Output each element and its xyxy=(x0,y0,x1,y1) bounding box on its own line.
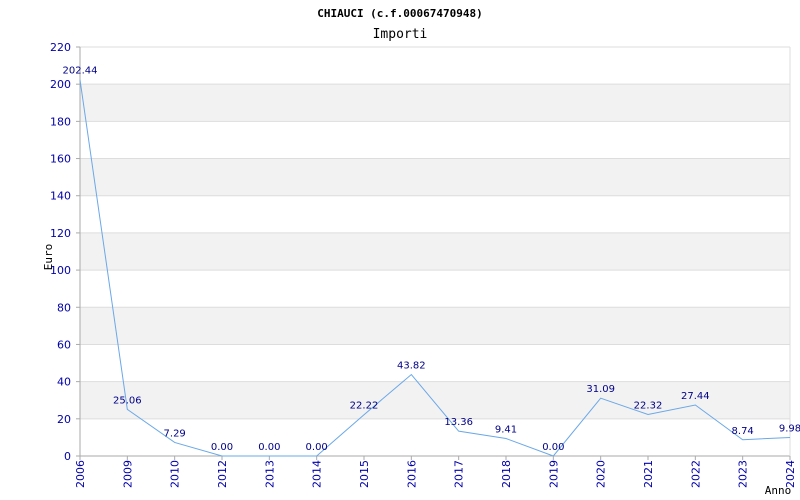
data-label: 7.29 xyxy=(164,428,186,439)
line-chart: CHIAUCI (c.f.00067470948) Importi 0 20 40 6… xyxy=(42,7,800,497)
y-tick-label: 120 xyxy=(50,227,71,240)
x-tick-label: 2012 xyxy=(216,460,229,488)
plot-band xyxy=(80,84,790,122)
data-label: 0.00 xyxy=(306,442,328,453)
chart-title: CHIAUCI (c.f.00067470948) xyxy=(317,7,483,20)
data-label: 9.41 xyxy=(495,425,517,436)
data-label: 22.32 xyxy=(634,401,663,412)
data-label: 8.74 xyxy=(732,426,754,437)
data-label: 22.22 xyxy=(350,401,379,412)
x-tick-label: 2015 xyxy=(358,460,371,488)
x-tick-label: 2018 xyxy=(500,460,513,488)
data-label: 13.36 xyxy=(444,417,473,428)
data-label: 25.06 xyxy=(113,395,142,406)
y-tick-label: 160 xyxy=(50,153,71,166)
y-tick-label: 80 xyxy=(57,301,71,314)
x-tick-label: 2014 xyxy=(311,460,324,488)
y-axis-label: Euro xyxy=(42,244,55,271)
x-tick-label: 2006 xyxy=(74,460,87,488)
plot-band xyxy=(80,307,790,345)
x-tick-label: 2021 xyxy=(642,460,655,488)
y-tick-label: 140 xyxy=(50,190,71,203)
x-tick-label: 2022 xyxy=(689,460,702,488)
plot-band xyxy=(80,344,790,382)
plot-band xyxy=(80,195,790,233)
x-tick-label: 2020 xyxy=(595,460,608,488)
plot-band xyxy=(80,121,790,159)
y-tick-label: 180 xyxy=(50,115,71,128)
x-tick-label: 2017 xyxy=(453,460,466,488)
data-label: 31.09 xyxy=(586,384,615,395)
plot-band xyxy=(80,418,790,456)
x-tick-label: 2010 xyxy=(169,460,182,488)
x-axis-label: Anno xyxy=(765,484,792,497)
y-tick-label: 0 xyxy=(64,450,71,463)
x-tick-label: 2009 xyxy=(121,460,134,488)
data-label: 0.00 xyxy=(258,442,280,453)
y-tick-label: 220 xyxy=(50,41,71,54)
chart-subtitle: Importi xyxy=(373,27,428,42)
plot-band xyxy=(80,47,790,85)
data-label: 0.00 xyxy=(542,442,564,453)
data-label: 202.44 xyxy=(63,66,98,77)
y-tick-label: 20 xyxy=(57,413,71,426)
y-tick-label: 40 xyxy=(57,376,71,389)
x-tick-label: 2019 xyxy=(547,460,560,488)
x-tick-label: 2013 xyxy=(263,460,276,488)
y-tick-label: 60 xyxy=(57,338,71,351)
x-tick-label: 2016 xyxy=(405,460,418,488)
data-label: 0.00 xyxy=(211,442,233,453)
data-label: 43.82 xyxy=(397,361,426,372)
plot-band xyxy=(80,270,790,308)
plot-band xyxy=(80,232,790,271)
y-tick-label: 200 xyxy=(50,78,71,91)
data-label: 9.98 xyxy=(779,423,800,434)
x-tick-label: 2023 xyxy=(737,460,750,488)
x-tick-labels: 2006 2009 2010 2012 2013 2014 2015 2016 2017 2018… xyxy=(74,460,797,488)
plot-band xyxy=(80,158,790,196)
data-label: 27.44 xyxy=(681,391,710,402)
